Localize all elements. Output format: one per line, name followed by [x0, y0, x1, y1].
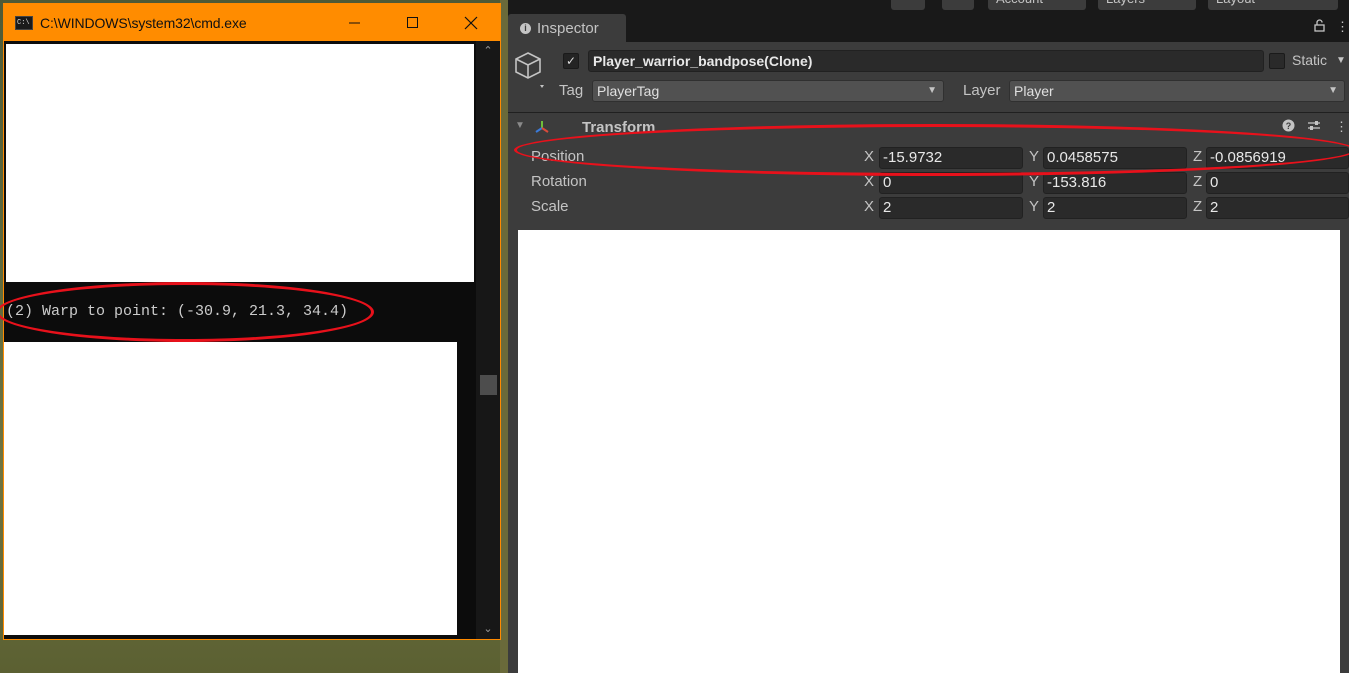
- axis-x-label[interactable]: X: [864, 173, 874, 190]
- static-checkbox[interactable]: [1269, 53, 1285, 69]
- cmd-title-bar[interactable]: C:\ C:\WINDOWS\system32\cmd.exe: [4, 4, 500, 41]
- kebab-menu-icon[interactable]: ⋮: [1336, 19, 1349, 35]
- tab-inspector[interactable]: i Inspector: [508, 14, 626, 42]
- cmd-window: C:\ C:\WINDOWS\system32\cmd.exe (2) Warp…: [0, 3, 501, 640]
- position-y-field[interactable]: 0.0458575: [1043, 147, 1187, 169]
- game-scene-strip: [500, 0, 508, 673]
- cmd-scroll-thumb[interactable]: [480, 375, 497, 395]
- layers-dropdown[interactable]: Layers: [1098, 0, 1196, 10]
- active-checkbox[interactable]: ✓: [563, 53, 579, 69]
- account-dropdown[interactable]: Account: [988, 0, 1086, 10]
- maximize-icon: [407, 16, 418, 28]
- scale-x-field[interactable]: 2: [879, 197, 1023, 219]
- axis-y-label[interactable]: Y: [1029, 173, 1039, 190]
- warp-output-line: (2) Warp to point: (-30.9, 21.3, 34.4): [6, 303, 349, 320]
- redacted-inspector-content: [518, 230, 1340, 673]
- axis-x-label[interactable]: X: [864, 148, 874, 165]
- chevron-down-icon: ▼: [1328, 85, 1338, 96]
- axis-z-label[interactable]: Z: [1193, 148, 1202, 165]
- component-menu-icon[interactable]: ⋮: [1335, 119, 1348, 135]
- unity-inspector-panel: Account Layers Layout i Inspector ⋮ ✓ Pl…: [508, 0, 1349, 673]
- cmd-scrollbar[interactable]: ⌃ ⌄: [476, 41, 500, 639]
- gameobject-cube-icon[interactable]: [514, 50, 546, 95]
- scale-row: Scale X 2 Y 2 Z 2: [508, 195, 1349, 220]
- layer-label: Layer: [963, 82, 1001, 99]
- position-label: Position: [531, 148, 585, 165]
- close-button[interactable]: [442, 4, 500, 41]
- tag-label: Tag: [559, 82, 584, 99]
- minimize-icon: [349, 22, 360, 23]
- redacted-output-top: [6, 44, 474, 282]
- layer-dropdown[interactable]: Player ▼: [1009, 80, 1345, 102]
- transform-title: Transform: [582, 119, 656, 136]
- rotation-x-field[interactable]: 0: [879, 172, 1023, 194]
- scale-z-field[interactable]: 2: [1206, 197, 1349, 219]
- static-dropdown-icon[interactable]: ▼: [1336, 55, 1346, 66]
- rotation-z-field[interactable]: 0: [1206, 172, 1349, 194]
- rotation-y-field[interactable]: -153.816: [1043, 172, 1187, 194]
- axis-y-label[interactable]: Y: [1029, 198, 1039, 215]
- axis-y-label[interactable]: Y: [1029, 148, 1039, 165]
- position-x-field[interactable]: -15.9732: [879, 147, 1023, 169]
- gameobject-header: ✓ Player_warrior_bandpose(Clone) Static …: [508, 42, 1349, 112]
- transform-component-header[interactable]: ▼ Transform ? ⋮: [508, 112, 1349, 142]
- maximize-button[interactable]: [384, 4, 442, 41]
- axis-z-label[interactable]: Z: [1193, 173, 1202, 190]
- tag-value: PlayerTag: [597, 83, 660, 99]
- tag-dropdown[interactable]: PlayerTag ▼: [592, 80, 944, 102]
- layer-value: Player: [1014, 83, 1054, 99]
- object-name-field[interactable]: Player_warrior_bandpose(Clone): [588, 50, 1264, 72]
- lock-icon[interactable]: [1314, 19, 1325, 35]
- scale-label: Scale: [531, 198, 569, 215]
- presets-icon[interactable]: [1307, 119, 1321, 135]
- axis-x-label[interactable]: X: [864, 198, 874, 215]
- static-label: Static: [1292, 52, 1328, 68]
- scroll-up-icon[interactable]: ⌃: [482, 45, 494, 57]
- axis-z-label[interactable]: Z: [1193, 198, 1202, 215]
- position-row: Position X -15.9732 Y 0.0458575 Z -0.085…: [508, 145, 1349, 170]
- minimize-button[interactable]: [326, 4, 384, 41]
- help-icon[interactable]: ?: [1282, 119, 1295, 135]
- layout-dropdown[interactable]: Layout: [1208, 0, 1338, 10]
- cloud-button[interactable]: [942, 0, 974, 10]
- redacted-output-bottom: [4, 342, 457, 635]
- rotation-label: Rotation: [531, 173, 587, 190]
- svg-text:?: ?: [1286, 121, 1292, 131]
- tab-inspector-label: Inspector: [537, 19, 599, 37]
- inspector-tab-bar: i Inspector ⋮: [508, 14, 1349, 42]
- cmd-console-output[interactable]: [4, 41, 476, 639]
- scroll-down-icon[interactable]: ⌄: [482, 623, 494, 635]
- close-icon: [464, 16, 478, 29]
- unity-top-toolbar: Account Layers Layout: [508, 0, 1349, 14]
- info-icon: i: [520, 22, 531, 34]
- scale-y-field[interactable]: 2: [1043, 197, 1187, 219]
- cmd-icon: C:\: [15, 15, 33, 30]
- position-z-field[interactable]: -0.0856919: [1206, 147, 1349, 169]
- collab-button[interactable]: [891, 0, 925, 10]
- rotation-row: Rotation X 0 Y -153.816 Z 0: [508, 170, 1349, 195]
- cmd-window-title: C:\WINDOWS\system32\cmd.exe: [40, 14, 247, 31]
- chevron-down-icon: ▼: [927, 85, 937, 96]
- transform-fields: Position X -15.9732 Y 0.0458575 Z -0.085…: [508, 142, 1349, 222]
- transform-axes-icon: [533, 119, 551, 140]
- foldout-arrow-icon[interactable]: ▼: [515, 120, 525, 131]
